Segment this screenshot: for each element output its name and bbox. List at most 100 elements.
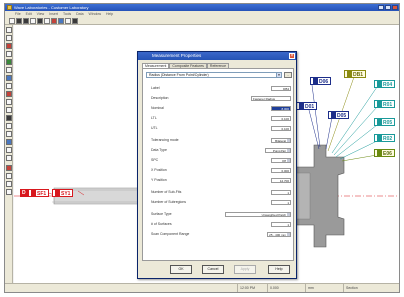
spc-select[interactable]: Off — [271, 158, 291, 163]
layer-tool-icon[interactable] — [6, 189, 12, 195]
sf1-swatch — [31, 190, 36, 196]
export-tool-icon[interactable] — [6, 155, 12, 161]
arc-tool-icon[interactable] — [6, 59, 12, 65]
measure-icon[interactable] — [51, 17, 57, 24]
d05-swatch — [331, 112, 336, 118]
select-tool-icon[interactable] — [6, 27, 12, 33]
report-tool-icon[interactable] — [6, 147, 12, 153]
utl-field[interactable]: 0.100 — [271, 126, 291, 131]
angle-tool-icon[interactable] — [6, 91, 12, 97]
maximize-button[interactable] — [385, 5, 391, 10]
datum-tool-icon[interactable] — [6, 131, 12, 137]
row-description-label: Description — [151, 96, 169, 100]
grid-tool-icon[interactable] — [6, 173, 12, 179]
ok-button[interactable]: OK — [170, 265, 192, 274]
apply-button[interactable]: Apply — [234, 265, 256, 274]
window-controls — [378, 5, 398, 10]
sub-fits-field[interactable]: 1 — [271, 190, 291, 195]
row-nominal: Nominal 8.000 — [151, 106, 291, 111]
row-data-type: Data Type Point-Pair — [151, 148, 291, 153]
help-button[interactable]: Help — [268, 265, 290, 274]
radius-tool-icon[interactable] — [6, 99, 12, 105]
pan-icon[interactable] — [65, 17, 71, 24]
close-button[interactable] — [392, 5, 398, 10]
label-field[interactable]: DB4 — [271, 86, 291, 91]
y-position-field[interactable]: 12.700 — [271, 178, 291, 183]
row-nominal-label: Nominal — [151, 106, 164, 110]
minimize-button[interactable] — [378, 5, 384, 10]
plane-tool-icon[interactable] — [6, 67, 12, 73]
tolerancing-mode-select[interactable]: Bilateral — [271, 138, 291, 143]
cancel-button[interactable]: Cancel — [202, 265, 224, 274]
row-spc: SPC Off — [151, 158, 291, 163]
dialog-title-bar[interactable]: Measurement Properties × — [138, 52, 296, 60]
row-utl-label: UTL — [151, 126, 158, 130]
r05-swatch — [377, 119, 382, 125]
zoom-icon[interactable] — [58, 17, 64, 24]
row-spc-label: SPC — [151, 158, 159, 162]
feature-tag-e06[interactable]: E06 — [374, 149, 395, 157]
number-of-surfaces-field[interactable]: 1 — [271, 222, 291, 227]
snap-tool-icon[interactable] — [6, 181, 12, 187]
row-utl: UTL 0.100 — [151, 126, 291, 131]
cut-icon[interactable] — [37, 17, 43, 24]
dialog-close-button[interactable]: × — [289, 53, 295, 59]
marker-tag-left[interactable]: D — [20, 189, 28, 197]
r02-swatch — [377, 135, 382, 141]
feature-tag-d01[interactable]: D01 — [296, 102, 318, 110]
feature-tag-sf1[interactable]: SF1 — [28, 189, 50, 197]
feature-tag-r04[interactable]: R04 — [374, 80, 396, 88]
distance-tool-icon[interactable] — [6, 83, 12, 89]
scan-range-select[interactable]: 25 - 400 mm — [267, 232, 291, 237]
feature-tag-r05[interactable]: R05 — [374, 118, 396, 126]
feature-tag-r01[interactable]: R01 — [374, 100, 396, 108]
row-description: Description Fastener Radius — [151, 96, 291, 101]
point-tool-icon[interactable] — [6, 35, 12, 41]
browse-button[interactable]: ... — [284, 72, 292, 78]
d05-label: D05 — [337, 113, 347, 119]
print-icon[interactable] — [30, 17, 36, 24]
feature-tag-d05[interactable]: D05 — [328, 111, 350, 119]
db1-swatch — [347, 71, 352, 77]
r04-label: R04 — [383, 82, 393, 88]
marker-tag-left-label: D — [22, 190, 26, 196]
save-icon[interactable] — [23, 17, 29, 24]
section-tool-icon[interactable] — [6, 115, 12, 121]
open-file-icon[interactable] — [16, 17, 22, 24]
x-position-field[interactable]: 0.000 — [271, 168, 291, 173]
diameter-tool-icon[interactable] — [6, 107, 12, 113]
circle-tool-icon[interactable] — [6, 51, 12, 57]
row-subregions: Number of Subregions 1 — [151, 200, 291, 205]
measurement-type-select[interactable]: Radius (Distance From Point/Cylinder) ▼ — [146, 72, 282, 78]
row-number-of-surfaces: # of Surfaces 1 — [151, 222, 291, 227]
nominal-field[interactable]: 8.000 — [271, 106, 291, 111]
ltl-field[interactable]: 0.100 — [271, 116, 291, 121]
row-y-position-label: Y Position — [151, 178, 167, 182]
feature-tag-d06[interactable]: D06 — [310, 77, 332, 85]
data-type-select[interactable]: Point-Pair — [265, 148, 291, 153]
row-tolerancing-mode: Tolerancing mode Bilateral — [151, 138, 291, 143]
feature-tag-r02[interactable]: R02 — [374, 134, 396, 142]
surface-type-select[interactable]: Unweighted Patch — [225, 212, 291, 217]
row-label: Label DB4 — [151, 86, 291, 91]
new-file-icon[interactable] — [9, 17, 15, 24]
feature-tag-db1[interactable]: DB1 — [344, 70, 367, 78]
marker-tool-icon[interactable] — [6, 165, 12, 171]
row-sub-fits-label: Number of Sub-Fits — [151, 190, 182, 194]
row-scan-component-range: Scan Component Range 25 - 400 mm — [151, 232, 291, 237]
row-x-position-label: X Position — [151, 168, 167, 172]
align-tool-icon[interactable] — [6, 139, 12, 145]
line-tool-icon[interactable] — [6, 43, 12, 49]
subregions-field[interactable]: 1 — [271, 200, 291, 205]
cylinder-tool-icon[interactable] — [6, 75, 12, 81]
feature-tag-sy1[interactable]: SY1 — [52, 189, 74, 197]
rotate-icon[interactable] — [72, 17, 78, 24]
copy-icon[interactable] — [44, 17, 50, 24]
row-data-type-label: Data Type — [151, 148, 167, 152]
row-subregions-label: Number of Subregions — [151, 200, 187, 204]
text-tool-icon[interactable] — [6, 123, 12, 129]
description-field[interactable]: Fastener Radius — [251, 96, 291, 101]
e06-label: E06 — [383, 151, 392, 157]
left-tool-palette — [5, 25, 13, 283]
row-number-of-surfaces-label: # of Surfaces — [151, 222, 172, 226]
